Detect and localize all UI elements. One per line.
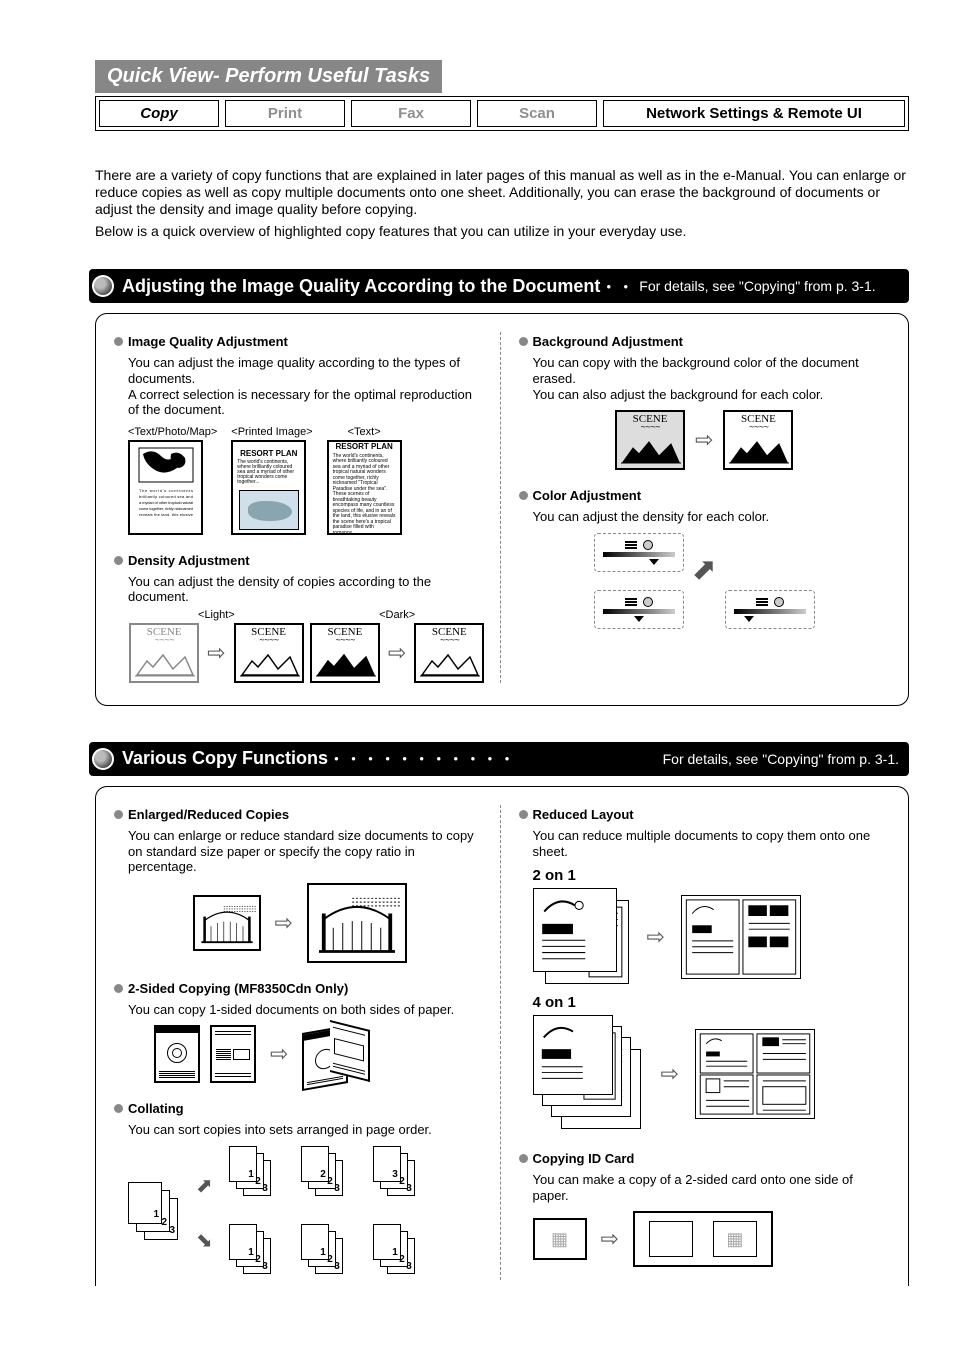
section-1-banner: Adjusting the Image Quality According to… [89,269,909,303]
intro-paragraph-2: Below is a quick overview of highlighted… [95,223,909,239]
scene-light-before: SCENE∼∼∼∼ [129,623,199,683]
page-title-bar: Quick View- Perform Useful Tasks [95,60,442,93]
dark-caption: <Dark> [309,609,486,621]
thumb-printed-image: RESORT PLAN The world's continents, wher… [231,440,306,535]
tab-fax[interactable]: Fax [351,100,471,127]
section-2-title: Various Copy Functions [122,748,328,769]
id-result-icon: ▦ [633,1211,773,1267]
arrow-icon: ⇨ [384,640,410,666]
two-sided-heading: 2-Sided Copying (MF8350Cdn Only) [114,981,486,996]
density-body: You can adjust the density of copies acc… [128,574,486,605]
thumb-text: RESORT PLAN The world's continents, wher… [327,440,402,535]
section-1-content: Image Quality Adjustment You can adjust … [95,313,909,706]
collate-row-123: 321 322 323 [229,1146,425,1202]
scene-dark-before: SCENE∼∼∼∼ [310,623,380,683]
building-small-icon [193,895,261,951]
section-2-banner: Various Copy Functions ● ● ● ● ● ● ● ● ●… [89,742,909,776]
intro-paragraph-1: There are a variety of copy functions th… [95,167,909,217]
svg-text:The world's continents: The world's continents [139,488,193,493]
four-on-one-source [533,1015,645,1133]
four-on-one-result [695,1029,815,1119]
color-heading: Color Adjustment [519,488,891,503]
dots-icon: ● ● ● ● ● ● ● ● ● ● ● [328,754,663,763]
enlarge-body: You can enlarge or reduce standard size … [128,828,486,875]
bg-heading: Background Adjustment [519,334,891,349]
dots-icon: ● ● [600,282,639,291]
thumb-caption-2: <Printed Image> [231,426,312,438]
scene-light-after: SCENE∼∼∼∼ [234,623,304,683]
id-heading: Copying ID Card [519,1151,891,1166]
svg-text:a myriad of other tropical nat: a myriad of other tropical natural [139,500,193,505]
arrow-icon: ⬊ [196,1228,213,1253]
section-1-detail: For details, see "Copying" from p. 3-1. [639,278,875,294]
density-heading: Density Adjustment [114,553,486,568]
collate-row-111: 321 321 321 [229,1224,425,1280]
collate-source: 3 2 1 [128,1182,180,1244]
light-caption: <Light> [128,609,305,621]
two-on-one-label: 2 on 1 [533,867,891,884]
arrow-icon: ⇨ [266,1041,292,1067]
arrow-icon: ⬈ [196,1173,213,1198]
resort-label-2: RESORT PLAN [335,442,392,451]
resort-photo-icon [239,490,299,530]
doc-back-icon [210,1025,256,1083]
iq-body: You can adjust the image quality accordi… [128,355,486,417]
reduced-heading: Reduced Layout [519,807,891,822]
four-on-one-label: 4 on 1 [533,994,891,1011]
arrow-icon: ⬈ [692,552,717,587]
bg-body: You can copy with the background color o… [533,355,891,402]
rgb-sliders-start [594,590,684,629]
scene-dark-after: SCENE∼∼∼∼ [414,623,484,683]
enlarge-heading: Enlarged/Reduced Copies [114,807,486,822]
tab-copy[interactable]: Copy [99,100,219,127]
rgb-sliders-before [594,533,684,572]
thumb-text-photo-map: The world's continentsbrilliantly colour… [128,440,203,535]
svg-text:brilliantly coloured sea and: brilliantly coloured sea and [139,494,193,499]
arrow-icon: ⇨ [657,1061,683,1087]
two-on-one-result [681,895,801,979]
color-body: You can adjust the density for each colo… [533,509,891,525]
arrow-icon: ⇨ [597,1226,623,1252]
iq-heading: Image Quality Adjustment [114,334,486,349]
arrow-icon: ⇨ [203,640,229,666]
two-sided-body: You can copy 1-sided documents on both s… [128,1002,486,1018]
thumb-caption-1: <Text/Photo/Map> [128,426,217,438]
two-on-one-source [533,888,631,986]
id-body: You can make a copy of a 2-sided card on… [533,1172,891,1203]
id-card-icon: ▦ [533,1218,587,1260]
two-sided-result-icon [302,1023,376,1085]
tab-strip: Copy Print Fax Scan Network Settings & R… [95,96,909,131]
svg-text:come together, richly nickname: come together, richly nicknamed [139,506,193,511]
collate-heading: Collating [114,1101,486,1116]
arrow-icon: ⇨ [271,910,297,936]
collate-body: You can sort copies into sets arranged i… [128,1122,486,1138]
scene-bg-before: SCENE∼∼∼∼ [615,410,685,470]
resort-label: RESORT PLAN [240,449,297,458]
svg-text:reveals the land, this elusive: reveals the land, this elusive [139,512,194,517]
arrow-icon: ⇨ [691,427,717,453]
building-large-icon [307,883,407,963]
thumb-caption-3: <Text> [327,426,402,438]
tab-print[interactable]: Print [225,100,345,127]
arrow-icon: ⇨ [643,924,669,950]
doc-front-icon [154,1025,200,1083]
bullet-icon [92,748,114,770]
tab-scan[interactable]: Scan [477,100,597,127]
section-1-title: Adjusting the Image Quality According to… [122,276,600,297]
reduced-body: You can reduce multiple documents to cop… [533,828,891,859]
section-2-content: Enlarged/Reduced Copies You can enlarge … [95,786,909,1286]
section-2-detail: For details, see "Copying" from p. 3-1. [663,751,899,767]
rgb-sliders-after [725,590,815,629]
tab-network[interactable]: Network Settings & Remote UI [603,100,905,127]
bullet-icon [92,275,114,297]
scene-bg-after: SCENE∼∼∼∼ [723,410,793,470]
